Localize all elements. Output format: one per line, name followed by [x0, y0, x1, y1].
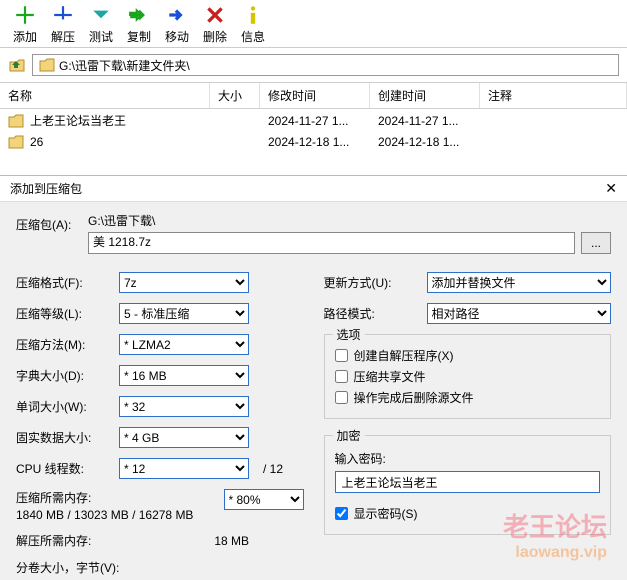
archive-label: 压缩包(A):	[16, 212, 76, 233]
cpu-label: CPU 线程数:	[16, 460, 111, 477]
options-label: 选项	[333, 326, 365, 343]
share-label: 压缩共享文件	[354, 368, 426, 385]
password-label: 输入密码:	[335, 450, 601, 467]
update-select[interactable]: 添加并替换文件	[427, 272, 612, 293]
add-icon	[14, 4, 36, 26]
test-icon	[90, 4, 112, 26]
dialog-titlebar: 添加到压缩包 ✕	[0, 176, 627, 202]
memd-label: 解压所需内存:	[16, 532, 111, 549]
cpu-select[interactable]: * 12	[119, 458, 249, 479]
col-header-name[interactable]: 名称	[0, 83, 210, 108]
memc-label: 压缩所需内存:	[16, 489, 193, 506]
pathmode-select[interactable]: 相对路径	[427, 303, 612, 324]
folder-icon	[39, 58, 55, 72]
volume-label: 分卷大小，字节(V):	[16, 559, 119, 576]
encrypt-label: 加密	[333, 427, 365, 444]
right-column: 更新方式(U): 添加并替换文件 路径模式: 相对路径 选项 创建自解压程序(X…	[324, 272, 612, 580]
format-select[interactable]: 7z	[119, 272, 249, 293]
delete-checkbox[interactable]	[335, 391, 348, 404]
level-label: 压缩等级(L):	[16, 305, 111, 322]
close-icon[interactable]: ✕	[605, 180, 617, 197]
showpw-label: 显示密码(S)	[354, 505, 418, 522]
file-list-header: 名称 大小 修改时间 创建时间 注释	[0, 83, 627, 109]
extract-button[interactable]: 解压	[44, 4, 82, 45]
table-row[interactable]: 262024-12-18 1...2024-12-18 1...	[0, 132, 627, 152]
col-header-created[interactable]: 创建时间	[370, 83, 480, 108]
table-row[interactable]: 上老王论坛当老王2024-11-27 1...2024-11-27 1...	[0, 109, 627, 132]
col-header-modified[interactable]: 修改时间	[260, 83, 370, 108]
options-group: 选项 创建自解压程序(X) 压缩共享文件 操作完成后删除源文件	[324, 334, 612, 419]
copy-icon	[128, 4, 150, 26]
extract-icon	[52, 4, 74, 26]
format-label: 压缩格式(F):	[16, 274, 111, 291]
delete-button[interactable]: 删除	[196, 4, 234, 45]
browse-button[interactable]: ...	[581, 232, 611, 254]
solid-label: 固实数据大小:	[16, 429, 111, 446]
col-header-size[interactable]: 大小	[210, 83, 260, 108]
move-icon	[166, 4, 188, 26]
password-input[interactable]	[335, 471, 601, 493]
word-label: 单词大小(W):	[16, 398, 111, 415]
dict-select[interactable]: * 16 MB	[119, 365, 249, 386]
update-label: 更新方式(U):	[324, 274, 419, 291]
file-list: 名称 大小 修改时间 创建时间 注释 上老王论坛当老王2024-11-27 1.…	[0, 83, 627, 152]
add-button[interactable]: 添加	[6, 4, 44, 45]
move-button[interactable]: 移动	[158, 4, 196, 45]
main-toolbar: 添加解压测试复制移动删除信息	[0, 0, 627, 48]
info-icon	[242, 4, 264, 26]
test-button[interactable]: 测试	[82, 4, 120, 45]
info-button[interactable]: 信息	[234, 4, 272, 45]
encrypt-group: 加密 输入密码: 显示密码(S)	[324, 435, 612, 535]
folder-icon	[8, 114, 24, 128]
memc-info: 1840 MB / 13023 MB / 16278 MB	[16, 508, 193, 522]
pathmode-label: 路径模式:	[324, 305, 419, 322]
dialog-title: 添加到压缩包	[10, 180, 82, 197]
dict-label: 字典大小(D):	[16, 367, 111, 384]
memc-select[interactable]: * 80%	[224, 489, 304, 510]
add-to-archive-dialog: 添加到压缩包 ✕ 压缩包(A): G:\迅雷下载\ 美 1218.7z ... …	[0, 175, 627, 580]
archive-path: G:\迅雷下载\	[88, 212, 611, 229]
cpu-suffix: / 12	[263, 462, 283, 476]
sfx-label: 创建自解压程序(X)	[354, 347, 454, 364]
level-select[interactable]: 5 - 标准压缩	[119, 303, 249, 324]
copy-button[interactable]: 复制	[120, 4, 158, 45]
path-bar: G:\迅雷下载\新建文件夹\	[0, 48, 627, 83]
showpw-checkbox[interactable]	[335, 507, 348, 520]
memd-value: 18 MB	[119, 534, 249, 548]
folder-icon	[8, 135, 24, 149]
archive-name-input[interactable]: 美 1218.7z	[88, 232, 575, 254]
left-column: 压缩格式(F): 7z 压缩等级(L): 5 - 标准压缩 压缩方法(M): *…	[16, 272, 304, 580]
sfx-checkbox[interactable]	[335, 349, 348, 362]
path-input[interactable]: G:\迅雷下载\新建文件夹\	[32, 54, 619, 76]
share-checkbox[interactable]	[335, 370, 348, 383]
method-select[interactable]: * LZMA2	[119, 334, 249, 355]
method-label: 压缩方法(M):	[16, 336, 111, 353]
path-text: G:\迅雷下载\新建文件夹\	[59, 57, 190, 74]
solid-select[interactable]: * 4 GB	[119, 427, 249, 448]
delete-label: 操作完成后删除源文件	[354, 389, 474, 406]
col-header-comment[interactable]: 注释	[480, 83, 627, 108]
word-select[interactable]: * 32	[119, 396, 249, 417]
delete-icon	[204, 4, 226, 26]
up-folder-icon[interactable]	[8, 56, 26, 74]
